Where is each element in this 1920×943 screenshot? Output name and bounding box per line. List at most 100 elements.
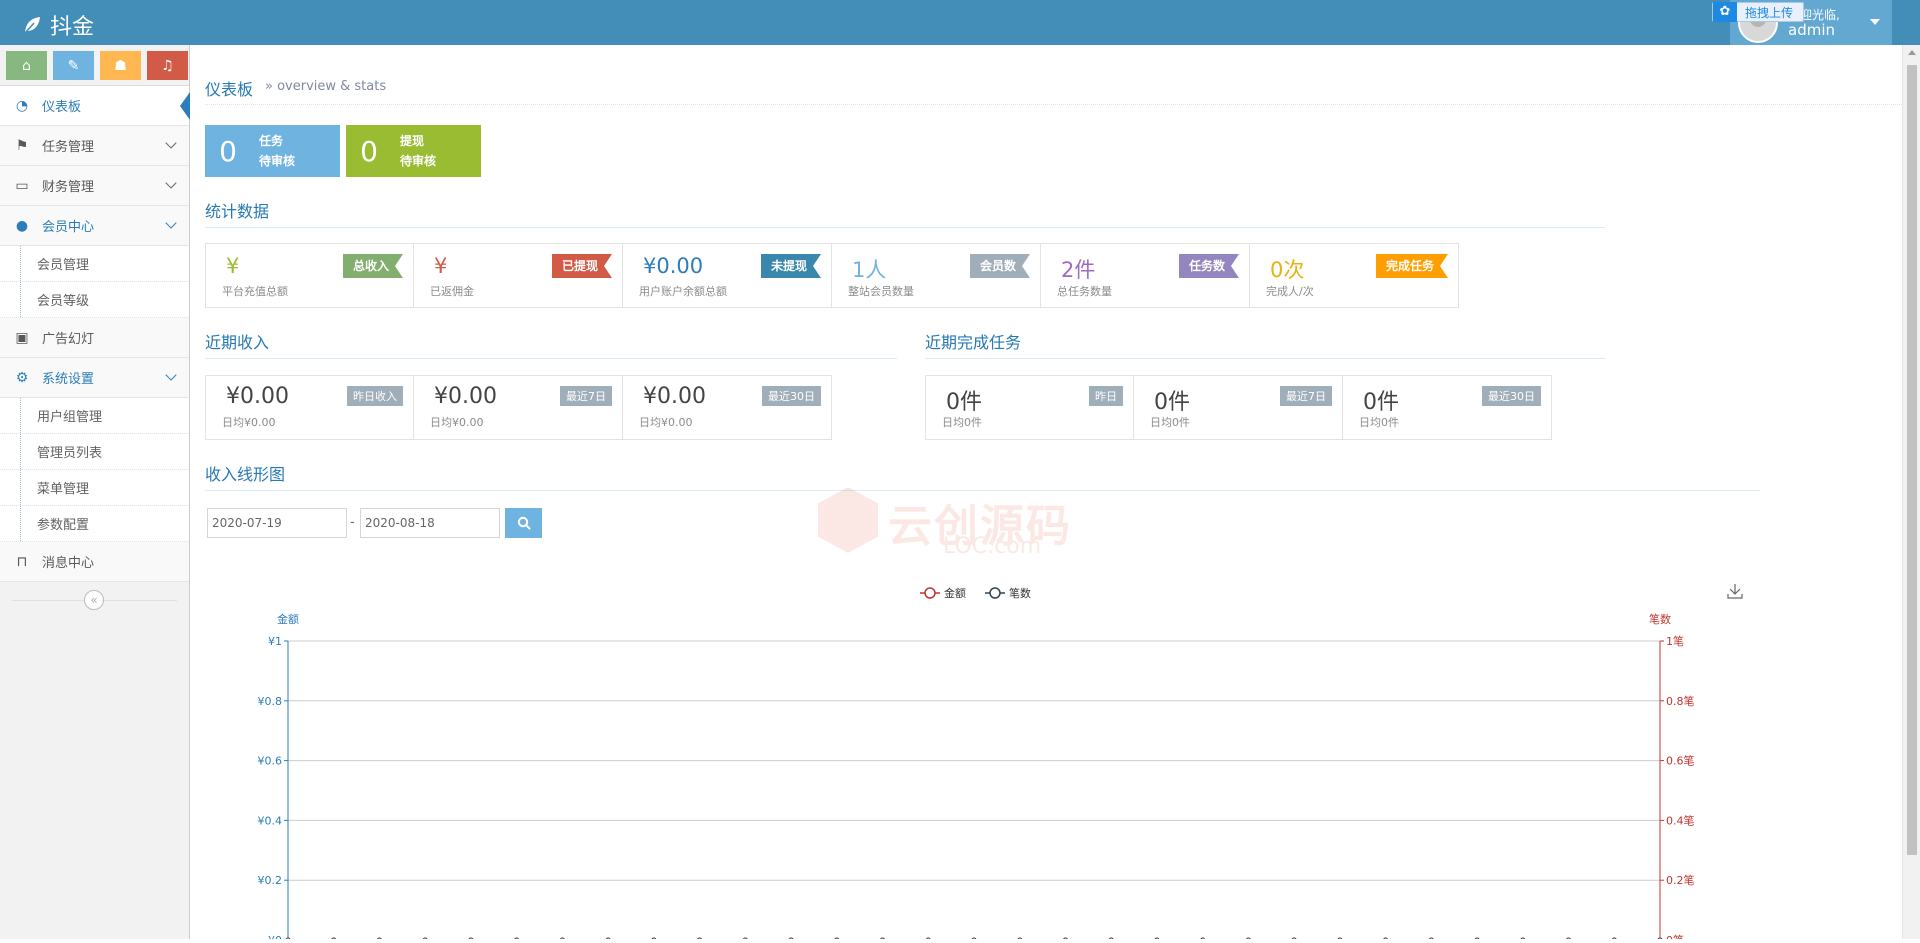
top-navbar: 抖金 欢迎光临, admin ✿ 拖拽上传 [0, 0, 1920, 45]
scroll-up-icon[interactable] [1908, 50, 1916, 55]
income-30days: ¥0.00 日均¥0.00 最近30日 [623, 375, 832, 440]
sidebar-item-tasks[interactable]: ⚑ 任务管理 [0, 126, 189, 166]
double-chevron-left-icon[interactable]: « [84, 590, 104, 610]
group-shortcut-button[interactable]: ☗ [100, 51, 141, 80]
tasks-30days: 0件 日均0件 最近30日 [1343, 375, 1552, 440]
sidebar-subitem-admin-list[interactable]: 管理员列表 [0, 434, 189, 470]
sidebar-subitem-menu-manage[interactable]: 菜单管理 [0, 470, 189, 506]
upload-button[interactable]: ✿ 拖拽上传 [1711, 2, 1804, 22]
sidebar-collapse-bar: « [0, 582, 189, 618]
home-icon: ⌂ [22, 57, 31, 74]
stats-row: ¥ 平台充值总额 总收入 ¥ 已返佣金 已提现 ¥0.00 用户账户余额总额 未… [205, 243, 1459, 308]
download-icon [1727, 584, 1743, 599]
y-tick-label-right: 1笔 [1666, 634, 1684, 648]
bell-icon: ♫ [161, 57, 174, 74]
y-tick-label-left: ¥0 [268, 934, 282, 939]
chevron-down-icon [165, 177, 177, 189]
status-badge: 最近30日 [762, 386, 821, 406]
status-badge: 完成任务 [1376, 254, 1448, 278]
caret-down-icon [1870, 19, 1880, 25]
sidebar-item-messages[interactable]: ⊓ 消息中心 [0, 542, 189, 582]
chevron-down-icon [165, 369, 177, 381]
y-tick-label-right: 0.4笔 [1666, 813, 1695, 827]
y-tick-label-left: ¥0.6 [258, 755, 283, 768]
recent-income-title: 近期收入 [205, 329, 897, 359]
y-tick-label-left: ¥0.8 [258, 695, 283, 708]
user-icon: ● [15, 217, 29, 234]
sidebar-item-settings[interactable]: ⚙ 系统设置 [0, 358, 189, 398]
flag-icon: ⚑ [15, 137, 29, 154]
date-to-input[interactable]: 2020-08-18 [360, 508, 500, 538]
brand[interactable]: 抖金 [22, 9, 94, 41]
y-tick-label-left: ¥0.2 [258, 874, 283, 887]
date-from-input[interactable]: 2020-07-19 [207, 508, 347, 538]
image-icon: ▣ [15, 329, 29, 346]
y-tick-label-right: 0笔 [1666, 933, 1684, 939]
recent-income-row: ¥0.00 日均¥0.00 昨日收入 ¥0.00 日均¥0.00 最近7日 ¥0… [205, 375, 832, 440]
shortcut-bar: ⌂ ✎ ☗ ♫ [0, 45, 189, 86]
legend-label: 金额 [944, 586, 966, 600]
chart-svg: ¥0 0笔 ¥0.2 0.2笔 ¥0.4 0.4笔 ¥0.6 0.6笔 ¥0.8 0.8笔 ¥1 1笔… [258, 584, 1743, 943]
status-badge: 最近7日 [1280, 386, 1332, 406]
chevron-down-icon [165, 217, 177, 229]
stat-total-income: ¥ 平台充值总额 总收入 [205, 243, 414, 308]
page-subtitle: » overview & stats [265, 79, 387, 94]
sidebar-item-finance[interactable]: ▭ 财务管理 [0, 166, 189, 206]
home-shortcut-button[interactable]: ⌂ [6, 51, 47, 80]
stat-tasks: 2件 总任务数量 任务数 [1041, 243, 1250, 308]
income-7days: ¥0.00 日均¥0.00 最近7日 [414, 375, 623, 440]
pending-withdraw-box[interactable]: 0 提现 待审核 [346, 125, 481, 177]
sidebar-subitem-params[interactable]: 参数配置 [0, 506, 189, 542]
bell-shortcut-button[interactable]: ♫ [147, 51, 188, 80]
sidebar-item-members[interactable]: ● 会员中心 [0, 206, 189, 246]
page-scrollbar[interactable] [1902, 45, 1920, 939]
app-title: 抖金 [50, 15, 95, 40]
date-separator: - [350, 515, 355, 530]
search-icon [517, 516, 531, 530]
stat-members: 1人 整站会员数量 会员数 [832, 243, 1041, 308]
status-badge: 未提现 [761, 254, 821, 278]
scroll-thumb[interactable] [1907, 65, 1917, 855]
users-icon: ☗ [114, 57, 127, 74]
y-axis-title-right: 笔数 [1649, 612, 1671, 626]
y-tick-label-right: 0.2笔 [1666, 873, 1695, 887]
sidebar-subitem-user-groups[interactable]: 用户组管理 [0, 398, 189, 434]
stat-balance: ¥0.00 用户账户余额总额 未提现 [623, 243, 832, 308]
edit-shortcut-button[interactable]: ✎ [53, 51, 94, 80]
pending-tasks-box[interactable]: 0 任务 待审核 [205, 125, 340, 177]
legend-label: 笔数 [1009, 586, 1031, 600]
page-title: 仪表板 [205, 80, 254, 99]
recent-tasks-title: 近期完成任务 [925, 329, 1605, 359]
y-axis-title-left: 金额 [277, 612, 299, 626]
status-badge: 昨日 [1089, 386, 1123, 406]
status-badge: 最近7日 [560, 386, 612, 406]
y-tick-label-left: ¥1 [268, 635, 282, 648]
sidebar-subitem-member-list[interactable]: 会员管理 [0, 246, 189, 282]
cloud-icon: ✿ [1712, 2, 1737, 22]
status-badge: 昨日收入 [347, 386, 403, 406]
legend-marker [924, 587, 936, 599]
status-badge: 最近30日 [1482, 386, 1541, 406]
page-header: 仪表板 » overview & stats [205, 55, 1902, 105]
leaf-icon [24, 17, 40, 34]
gear-icon: ⚙ [15, 369, 29, 386]
tasks-yesterday: 0件 日均0件 昨日 [925, 375, 1134, 440]
sidebar: ⌂ ✎ ☗ ♫ ◔ 仪表板 ⚑ 任务管理 ▭ 财务管理 ● 会员中心 会员管理 … [0, 45, 190, 939]
legend-marker [989, 587, 1001, 599]
sidebar-subitem-member-level[interactable]: 会员等级 [0, 282, 189, 318]
y-tick-label-right: 0.8笔 [1666, 694, 1695, 708]
bookmark-icon: ⊓ [16, 553, 28, 570]
sidebar-item-slides[interactable]: ▣ 广告幻灯 [0, 318, 189, 358]
username: admin [1788, 20, 1835, 39]
upload-label: 拖拽上传 [1744, 5, 1793, 20]
search-button[interactable] [505, 508, 542, 538]
stats-title: 统计数据 [205, 198, 1605, 228]
sidebar-item-dashboard[interactable]: ◔ 仪表板 [0, 86, 190, 126]
status-badge: 已提现 [552, 254, 612, 278]
recent-tasks-row: 0件 日均0件 昨日 0件 日均0件 最近7日 0件 日均0件 最近30日 [925, 375, 1552, 440]
y-tick-label-right: 0.6笔 [1666, 754, 1695, 768]
stat-completed: 0次 完成人/次 完成任务 [1250, 243, 1459, 308]
status-badge: 会员数 [970, 254, 1030, 278]
main-content: 仪表板 » overview & stats 0 任务 待审核 0 提现 待审核 统… [190, 45, 1902, 943]
y-tick-label-left: ¥0.4 [258, 814, 283, 827]
